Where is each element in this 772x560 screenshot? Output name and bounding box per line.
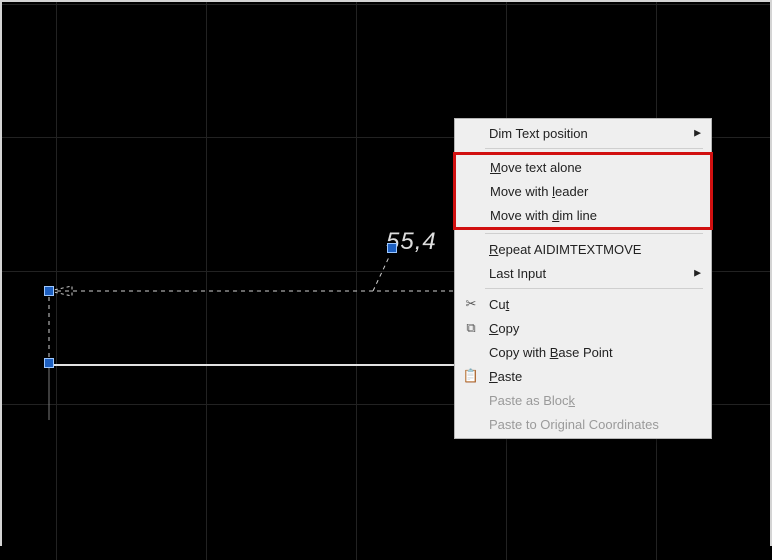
menu-separator — [485, 148, 703, 149]
menu-item-label: Paste to Original Coordinates — [489, 417, 659, 432]
clipboard-icon: 📋 — [463, 368, 479, 384]
menu-item-label: Dim Text position — [489, 126, 588, 141]
menu-item-label: Cut — [489, 297, 509, 312]
menu-paste-original-coords: Paste to Original Coordinates — [455, 412, 711, 436]
grip-handle[interactable] — [44, 358, 54, 368]
menu-item-label: Copy with Base Point — [489, 345, 613, 360]
menu-item-label: Repeat AIDIMTEXTMOVE — [489, 242, 641, 257]
menu-item-label: Move with dim line — [490, 208, 597, 223]
menu-paste-as-block: Paste as Block — [455, 388, 711, 412]
submenu-arrow-icon: ▶ — [694, 268, 701, 279]
menu-move-with-leader[interactable]: Move with leader — [456, 179, 710, 203]
menu-separator — [485, 233, 703, 234]
menu-item-label: Paste as Block — [489, 393, 575, 408]
grip-handle[interactable] — [44, 286, 54, 296]
menu-last-input[interactable]: Last Input ▶ — [455, 261, 711, 285]
copy-icon: ⧉ — [463, 320, 479, 336]
menu-copy-base-point[interactable]: Copy with Base Point — [455, 340, 711, 364]
highlighted-group: Move text alone Move with leader Move wi… — [453, 152, 713, 230]
grip-handle[interactable] — [387, 243, 397, 253]
scissors-icon: ✂ — [463, 296, 479, 312]
menu-copy[interactable]: ⧉ Copy — [455, 316, 711, 340]
menu-item-label: Paste — [489, 369, 522, 384]
menu-separator — [485, 288, 703, 289]
menu-move-with-dim-line[interactable]: Move with dim line — [456, 203, 710, 227]
menu-repeat[interactable]: Repeat AIDIMTEXTMOVE — [455, 237, 711, 261]
menu-item-label: Move with leader — [490, 184, 588, 199]
menu-move-text-alone[interactable]: Move text alone — [456, 155, 710, 179]
menu-paste[interactable]: 📋 Paste — [455, 364, 711, 388]
submenu-arrow-icon: ▶ — [694, 128, 701, 139]
menu-item-label: Last Input — [489, 266, 546, 281]
context-menu: Dim Text position ▶ Move text alone Move… — [454, 118, 712, 439]
menu-item-label: Move text alone — [490, 160, 582, 175]
menu-cut[interactable]: ✂ Cut — [455, 292, 711, 316]
menu-dim-text-position[interactable]: Dim Text position ▶ — [455, 121, 711, 145]
menu-item-label: Copy — [489, 321, 519, 336]
